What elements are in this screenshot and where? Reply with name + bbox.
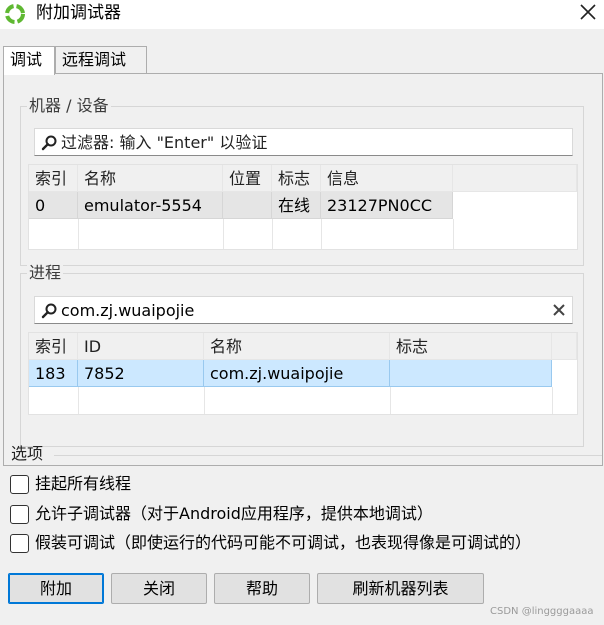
refresh-machines-button[interactable]: 刷新机器列表: [317, 573, 484, 604]
column-divider: [321, 219, 322, 249]
tab-debug[interactable]: 调试: [3, 46, 55, 75]
column-divider: [78, 387, 79, 414]
checkbox[interactable]: [10, 505, 29, 524]
tab-panel-debug: 机器 / 设备 索引 名称 位置 标志 信息 0 emulato: [3, 73, 603, 466]
cell-index: 183: [29, 360, 78, 387]
attach-button[interactable]: 附加: [8, 573, 104, 604]
search-icon: [41, 135, 57, 151]
column-header-name[interactable]: 名称: [204, 333, 390, 360]
column-divider: [390, 387, 391, 414]
machines-group-title: 机器 / 设备: [27, 96, 111, 116]
column-header-info[interactable]: 信息: [321, 165, 453, 192]
column-divider: [78, 219, 79, 249]
column-header-id[interactable]: ID: [78, 333, 204, 360]
window-title: 附加调试器: [36, 3, 121, 23]
app-logo-icon: [5, 4, 25, 24]
close-button[interactable]: 关闭: [111, 573, 207, 604]
machine-filter: [34, 128, 573, 156]
cell-flag: [390, 360, 552, 387]
column-divider: [272, 219, 273, 249]
column-header-location[interactable]: 位置: [223, 165, 272, 192]
column-divider: [552, 387, 553, 414]
cell-name: com.zj.wuaipojie: [204, 360, 390, 387]
process-table: 索引 ID 名称 标志 183 7852 com.zj.wuaipojie: [28, 332, 578, 415]
column-divider: [223, 219, 224, 249]
cell-location: [223, 192, 272, 219]
machines-group: 机器 / 设备 索引 名称 位置 标志 信息 0 emulato: [20, 96, 584, 266]
column-divider: [204, 387, 205, 414]
column-header-flag[interactable]: 标志: [272, 165, 321, 192]
clear-icon[interactable]: [552, 303, 566, 317]
column-divider: [453, 219, 454, 249]
options-divider: [54, 455, 602, 456]
checkbox-label: 挂起所有线程: [35, 474, 132, 493]
checkbox[interactable]: [10, 475, 29, 494]
column-header-flag[interactable]: 标志: [390, 333, 552, 360]
watermark: CSDN @linggggaaaa: [490, 606, 594, 617]
cell-flag: 在线: [272, 192, 321, 219]
column-header-filler: [453, 165, 577, 192]
process-group: 进程 索引 ID 名称 标志 183 7852: [20, 263, 584, 447]
options-title: 选项: [11, 444, 44, 463]
process-group-title: 进程: [27, 263, 64, 283]
search-icon: [41, 303, 57, 319]
cell-index: 0: [29, 192, 78, 219]
help-button[interactable]: 帮助: [214, 573, 310, 604]
checkbox-label: 允许子调试器（对于Android应用程序，提供本地调试）: [35, 504, 433, 523]
column-header-filler: [552, 333, 577, 360]
machine-filter-input[interactable]: [61, 131, 544, 153]
close-icon[interactable]: [574, 0, 602, 26]
process-filter: [34, 296, 573, 324]
machines-table: 索引 名称 位置 标志 信息 0 emulator-5554 在线 23127P…: [28, 164, 578, 250]
title-bar: 附加调试器: [0, 0, 604, 28]
cell-info: 23127PN0CC: [321, 192, 453, 219]
checkbox[interactable]: [10, 534, 29, 553]
cell-id: 7852: [78, 360, 204, 387]
column-header-index[interactable]: 索引: [29, 333, 78, 360]
dialog-body: 调试 远程调试 机器 / 设备 索引 名称 位置 标志 信息: [0, 29, 604, 625]
column-header-index[interactable]: 索引: [29, 165, 78, 192]
column-header-name[interactable]: 名称: [78, 165, 223, 192]
checkbox-label: 假装可调试（即使运行的代码可能不可调试，也表现得像是可调试的）: [35, 533, 532, 552]
cell-name: emulator-5554: [78, 192, 223, 219]
tab-remote-debug[interactable]: 远程调试: [55, 46, 147, 74]
process-filter-input[interactable]: [61, 299, 544, 321]
